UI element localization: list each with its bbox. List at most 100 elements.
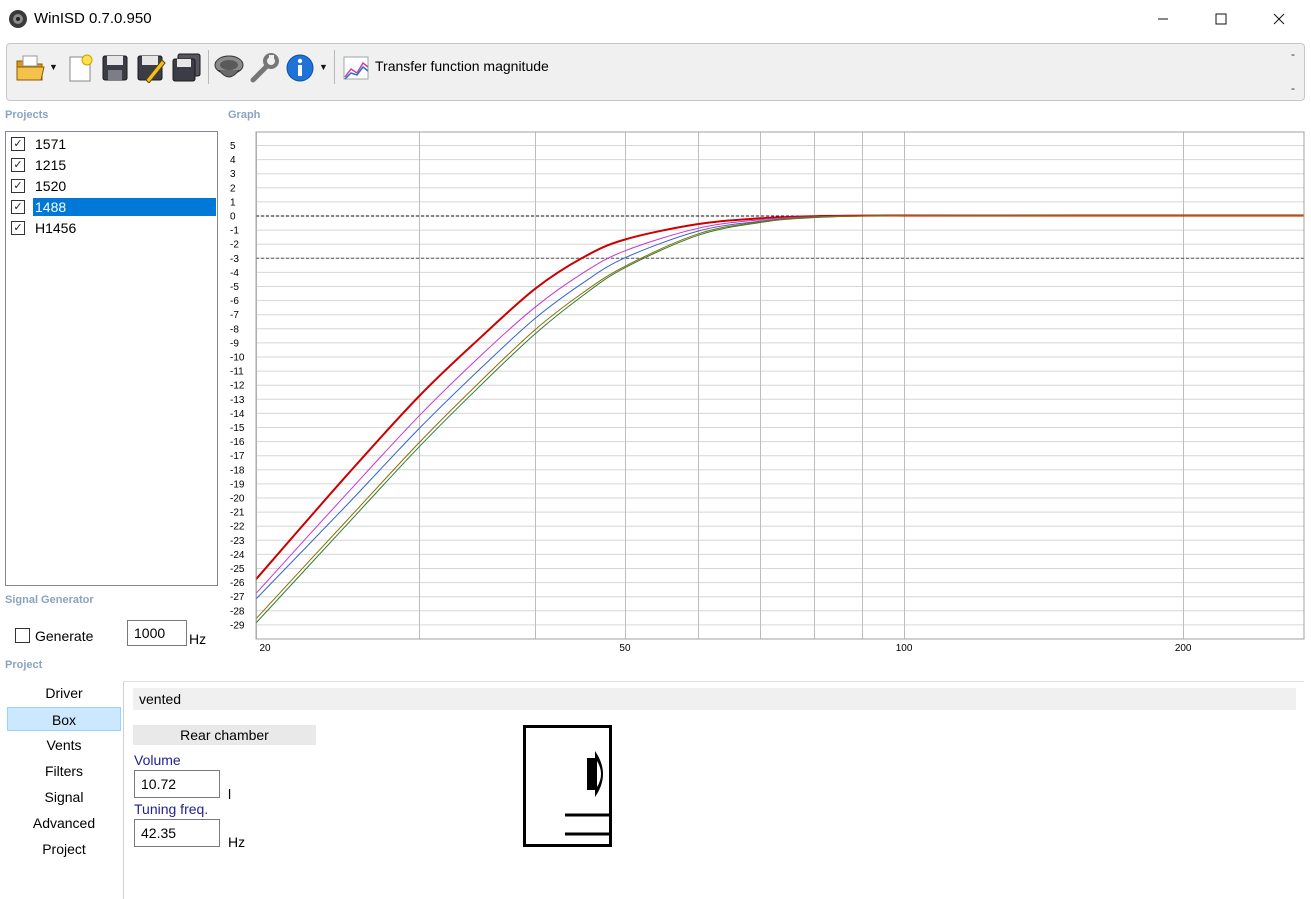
y-tick-label: -10: [230, 353, 245, 364]
y-tick-label: -2: [230, 240, 239, 251]
frequency-input[interactable]: [127, 620, 187, 646]
y-tick-label: -17: [230, 451, 245, 462]
tools-button[interactable]: [247, 49, 281, 87]
y-tick-label: -13: [230, 395, 245, 406]
nav-vents[interactable]: Vents: [7, 733, 121, 757]
graph-reference-lines: [256, 215, 1304, 259]
project-item[interactable]: ✓ 1571: [7, 134, 216, 154]
project-item[interactable]: ✓ H1456: [7, 218, 216, 238]
save-as-button[interactable]: [134, 49, 168, 87]
toolbar-separator: [208, 50, 209, 84]
about-dropdown-caret-icon[interactable]: ▼: [319, 62, 328, 72]
project-item[interactable]: ✓ 1215: [7, 155, 216, 175]
tuning-freq-input[interactable]: [134, 819, 220, 847]
y-tick-label: -4: [230, 268, 239, 279]
y-axis-tick-labels: 5 4 3 2 1 0 -1 -2 -3 -4 -5 -6 -7 -8 -9 -10 -11 -12 -13 -14 -…: [230, 141, 245, 631]
new-document-icon: [66, 53, 94, 83]
y-tick-label: -16: [230, 437, 245, 448]
tuning-freq-label: Tuning freq.: [134, 801, 209, 817]
x-tick-label: 200: [1175, 643, 1192, 654]
project-name: 1215: [35, 157, 67, 173]
tuning-freq-unit: Hz: [228, 834, 246, 850]
y-tick-label: 3: [230, 169, 236, 180]
graph-type-label[interactable]: Transfer function magnitude: [375, 58, 549, 74]
y-tick-label: -29: [230, 620, 245, 631]
project-list[interactable]: ✓ 1571 ✓ 1215 ✓ 1520 ✓ 1488 ✓ H1456: [5, 131, 218, 586]
info-icon: [285, 53, 315, 83]
y-tick-label: 4: [230, 155, 236, 166]
y-tick-label: -21: [230, 508, 245, 519]
title-bar: WinISD 0.7.0.950: [0, 0, 1311, 38]
save-all-button[interactable]: [170, 49, 204, 87]
open-dropdown-caret-icon[interactable]: ▼: [49, 62, 58, 72]
y-tick-label: 0: [230, 212, 236, 223]
nav-advanced[interactable]: Advanced: [7, 811, 121, 835]
toolbar: ▼ ▼ Transfer function magnitude - -: [6, 43, 1305, 101]
project-checkbox[interactable]: ✓: [11, 137, 25, 151]
driver-editor-button[interactable]: [212, 49, 246, 87]
y-tick-label: 5: [230, 141, 236, 152]
nav-box[interactable]: Box: [7, 707, 121, 731]
generate-checkbox[interactable]: [15, 628, 30, 643]
box-type-selector[interactable]: vented: [133, 688, 1296, 710]
y-tick-label: -24: [230, 550, 245, 561]
vented-box-diagram: [523, 725, 613, 854]
project-item[interactable]: ✓ 1520: [7, 176, 216, 196]
toolbar-separator: [334, 50, 335, 84]
y-tick-label: -20: [230, 494, 245, 505]
y-tick-label: -8: [230, 324, 239, 335]
volume-label: Volume: [134, 752, 181, 768]
floppy-disk-multiple-icon: [172, 53, 202, 83]
minimize-button[interactable]: [1140, 0, 1186, 38]
about-button[interactable]: [283, 49, 317, 87]
y-tick-label: -15: [230, 423, 245, 434]
projects-section-label: Projects: [5, 109, 49, 121]
window-title: WinISD 0.7.0.950: [34, 10, 152, 27]
nav-project[interactable]: Project: [7, 837, 121, 861]
series-line: [255, 214, 1304, 600]
project-checkbox[interactable]: ✓: [11, 221, 25, 235]
graph-grid: [256, 132, 1304, 639]
wrench-icon: [249, 53, 279, 83]
transfer-function-graph[interactable]: 5 4 3 2 1 0 -1 -2 -3 -4 -5 -6 -7 -8 -9 -10 -11 -12 -13 -14 -…: [222, 128, 1307, 658]
y-tick-label: -6: [230, 296, 239, 307]
maximize-button[interactable]: [1198, 0, 1244, 38]
y-tick-label: 1: [230, 197, 236, 208]
y-tick-label: -27: [230, 592, 245, 603]
x-tick-label: 50: [619, 643, 631, 654]
open-project-button[interactable]: [13, 49, 47, 87]
frequency-unit: Hz: [189, 631, 207, 647]
save-button[interactable]: [98, 49, 132, 87]
toolbar-dash-top: -: [1291, 47, 1295, 61]
close-button[interactable]: [1256, 0, 1302, 38]
rear-chamber-header: Rear chamber: [133, 725, 316, 745]
graph-type-button[interactable]: [339, 49, 373, 87]
project-checkbox[interactable]: ✓: [11, 179, 25, 193]
y-tick-label: -19: [230, 479, 245, 490]
toolbar-dash-bottom: -: [1291, 81, 1295, 95]
y-tick-label: -14: [230, 409, 245, 420]
y-tick-label: -11: [230, 367, 244, 378]
x-axis-tick-labels: 20 50 100 200: [259, 643, 1192, 654]
x-tick-label: 100: [896, 643, 913, 654]
nav-filters[interactable]: Filters: [7, 759, 121, 783]
volume-unit: l: [228, 786, 232, 802]
graph-series: [255, 214, 1304, 624]
project-section-label: Project: [5, 659, 43, 671]
y-tick-label: -25: [230, 564, 245, 575]
project-checkbox[interactable]: ✓: [11, 158, 25, 172]
project-item-selected[interactable]: ✓ 1488: [7, 197, 216, 217]
series-line: [255, 214, 1304, 580]
project-checkbox[interactable]: ✓: [11, 200, 25, 214]
nav-signal[interactable]: Signal: [7, 785, 121, 809]
y-tick-label: -22: [230, 522, 245, 533]
project-name: H1456: [35, 220, 77, 236]
project-name: 1488: [33, 198, 216, 216]
new-project-button[interactable]: [63, 49, 97, 87]
project-name: 1571: [35, 136, 67, 152]
y-tick-label: -28: [230, 606, 245, 617]
graph-chart-icon: [341, 53, 371, 83]
volume-input[interactable]: [134, 770, 220, 798]
nav-driver[interactable]: Driver: [7, 681, 121, 705]
y-tick-label: -3: [230, 254, 239, 265]
